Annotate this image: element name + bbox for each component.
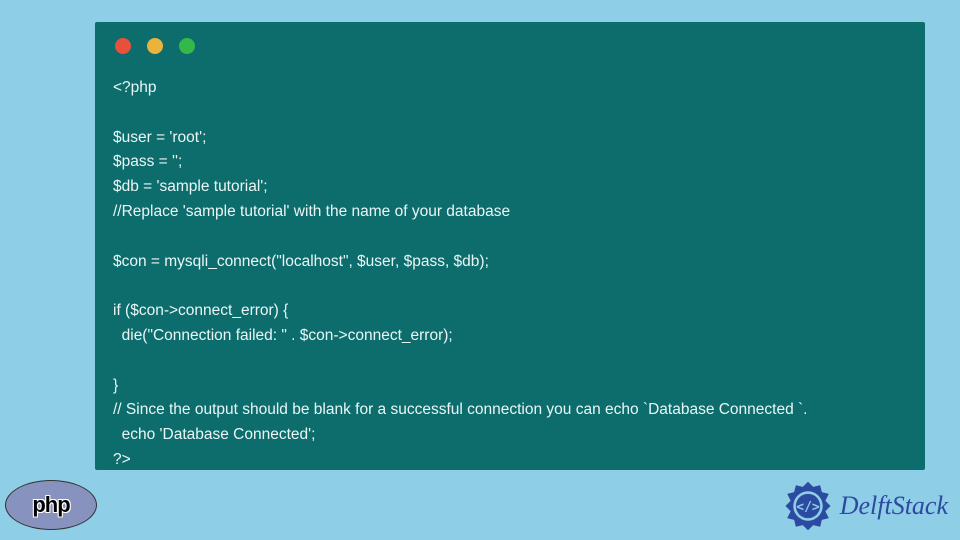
code-line: $pass = ''; xyxy=(113,153,182,170)
code-line: $db = 'sample tutorial'; xyxy=(113,178,268,195)
delftstack-brand-text: DelftStack xyxy=(840,491,948,521)
code-line: die("Connection failed: " . $con->connec… xyxy=(113,327,453,344)
code-line: <?php xyxy=(113,79,157,96)
php-logo-ellipse: php xyxy=(5,480,97,530)
window-traffic-lights xyxy=(95,22,925,64)
code-line: $user = 'root'; xyxy=(113,129,206,146)
svg-text:</>: </> xyxy=(796,500,820,515)
code-content: <?php $user = 'root'; $pass = ''; $db = … xyxy=(95,64,925,493)
code-line: //Replace 'sample tutorial' with the nam… xyxy=(113,203,510,220)
code-line: } xyxy=(113,377,118,394)
php-logo-text: php xyxy=(32,492,69,518)
code-line: // Since the output should be blank for … xyxy=(113,401,808,418)
maximize-dot-icon xyxy=(179,38,195,54)
delftstack-gear-icon: </> xyxy=(782,480,834,532)
php-logo: php xyxy=(5,480,97,530)
code-line: $con = mysqli_connect("localhost", $user… xyxy=(113,253,489,270)
code-line: if ($con->connect_error) { xyxy=(113,302,288,319)
close-dot-icon xyxy=(115,38,131,54)
delftstack-logo: </> DelftStack xyxy=(782,480,948,532)
minimize-dot-icon xyxy=(147,38,163,54)
code-line: echo 'Database Connected'; xyxy=(113,426,315,443)
code-window: <?php $user = 'root'; $pass = ''; $db = … xyxy=(95,22,925,470)
code-line: ?> xyxy=(113,451,131,468)
